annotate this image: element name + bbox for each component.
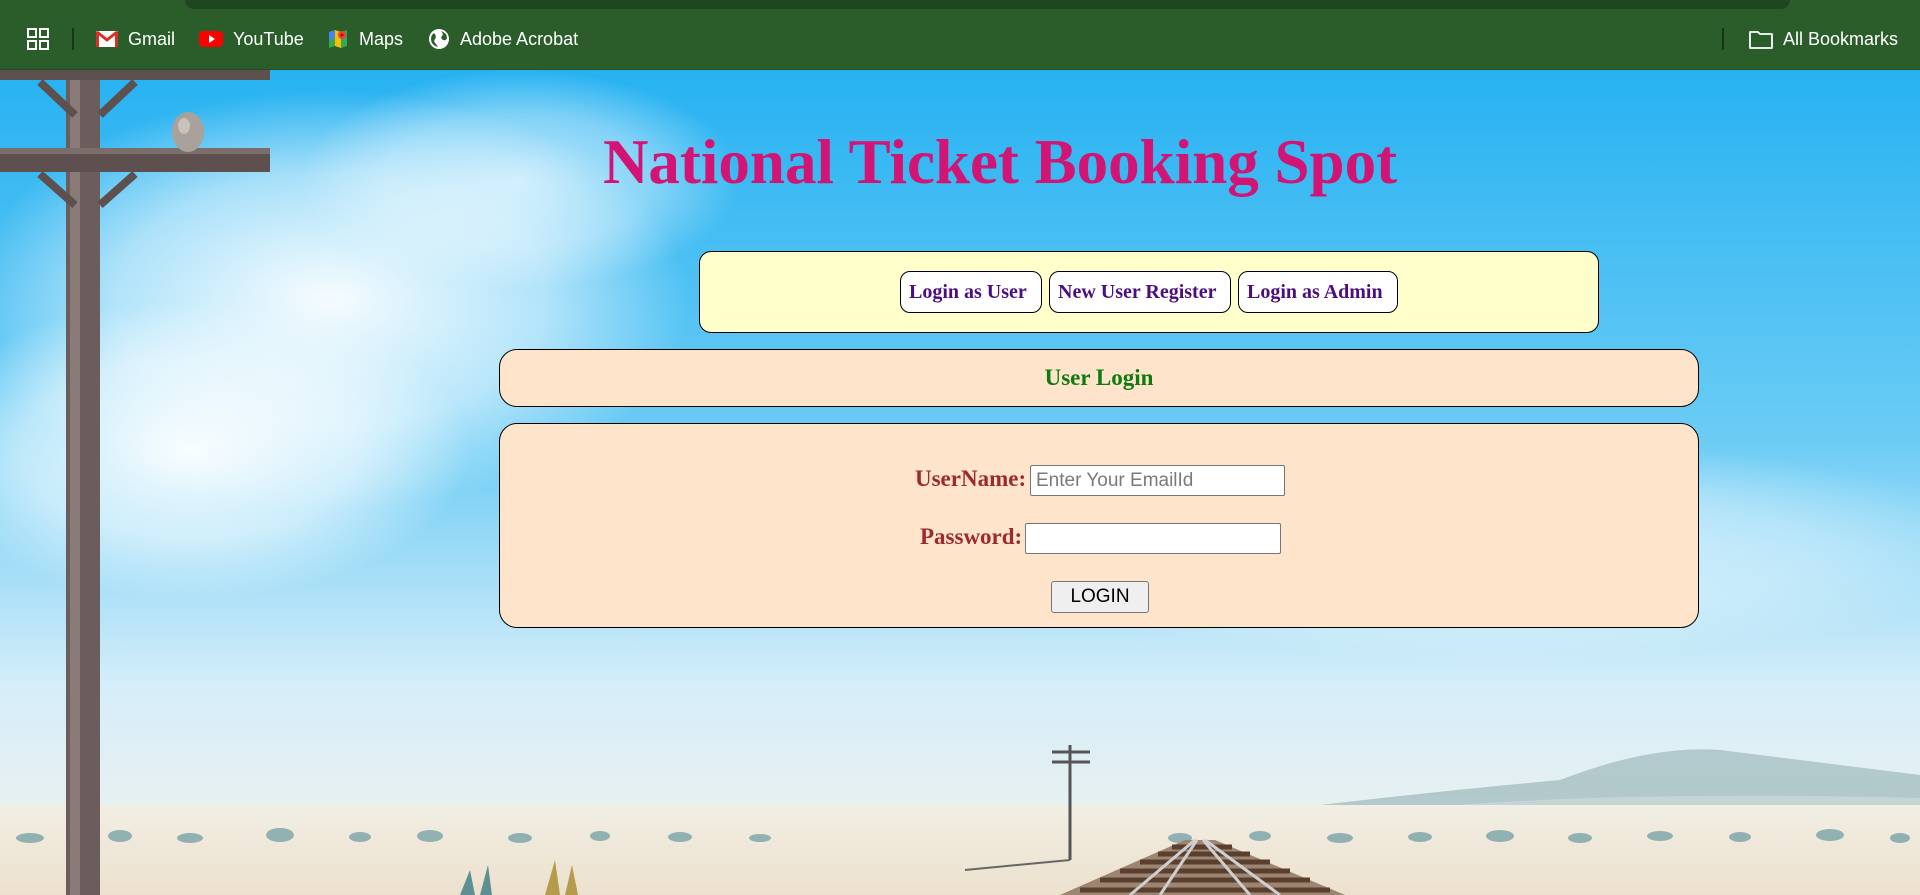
username-input[interactable] — [1030, 465, 1285, 496]
globe-icon — [429, 29, 449, 49]
password-input[interactable] — [1025, 523, 1281, 554]
login-form: UserName: Password: LOGIN — [499, 423, 1699, 628]
login-as-user-button[interactable]: Login as User — [900, 271, 1042, 313]
bookmark-gmail[interactable]: Gmail — [96, 27, 175, 51]
bookmark-label: Adobe Acrobat — [460, 28, 579, 49]
maps-icon — [329, 30, 347, 48]
section-heading: User Login — [1044, 365, 1154, 390]
folder-icon — [1749, 31, 1773, 49]
all-bookmarks-label: All Bookmarks — [1783, 28, 1899, 49]
bookmarks-separator — [72, 28, 74, 50]
bookmarks-separator — [1722, 28, 1724, 50]
password-label: Password: — [920, 524, 1023, 549]
apps-grid-icon — [27, 28, 49, 50]
bookmark-adobe-acrobat[interactable]: Adobe Acrobat — [428, 27, 578, 51]
login-options-nav: Login as User New User Register Login as… — [699, 251, 1599, 333]
youtube-icon — [199, 31, 223, 47]
username-label: UserName: — [915, 466, 1027, 491]
section-heading-panel: User Login — [499, 349, 1699, 407]
bookmark-youtube[interactable]: YouTube — [199, 27, 304, 51]
bookmark-label: Maps — [359, 28, 404, 49]
bookmark-maps[interactable]: Maps — [327, 27, 403, 51]
all-bookmarks-button[interactable]: All Bookmarks — [1749, 27, 1898, 51]
login-as-admin-button[interactable]: Login as Admin — [1238, 271, 1398, 313]
tab-strip-edge — [185, 0, 1790, 9]
site-title: National Ticket Booking Spot — [602, 127, 1398, 197]
gmail-icon — [96, 30, 118, 47]
login-button[interactable]: LOGIN — [1051, 581, 1149, 613]
bookmarks-bar: Gmail YouTube Maps Adobe Acrobat All Boo… — [0, 0, 1920, 70]
apps-button[interactable] — [26, 27, 50, 51]
bookmark-label: YouTube — [233, 28, 304, 49]
bookmark-label: Gmail — [128, 28, 176, 49]
new-user-register-button[interactable]: New User Register — [1049, 271, 1231, 313]
